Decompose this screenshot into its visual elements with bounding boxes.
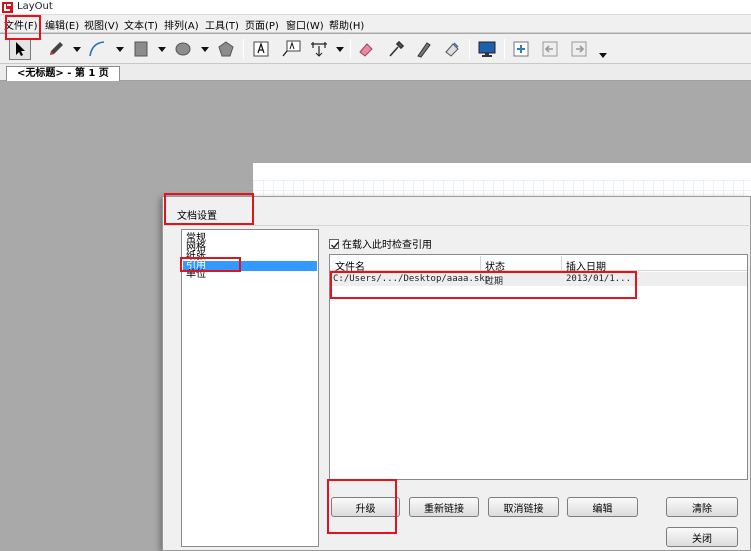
toolbar-separator <box>350 39 351 59</box>
highlight-dialog-title <box>164 193 254 225</box>
arc-dropdown-icon[interactable] <box>116 47 124 52</box>
edit-button[interactable]: 编辑 <box>567 497 638 517</box>
tab-document[interactable]: <无标题> - 第 1 页 <box>6 66 120 81</box>
unlink-button[interactable]: 取消链接 <box>488 497 559 517</box>
label-icon[interactable] <box>280 38 302 60</box>
menu-bar: 文件(F) 编辑(E) 视图(V) 文本(T) 排列(A) 工具(T) 页面(P… <box>0 15 751 33</box>
column-divider <box>561 256 562 270</box>
check-references-row: 在载入此时检查引用 <box>329 237 432 251</box>
add-page-icon[interactable] <box>510 38 532 60</box>
join-icon[interactable] <box>441 38 463 60</box>
menu-arrange[interactable]: 排列(A) <box>164 17 199 32</box>
dialog-title-divider <box>163 225 751 226</box>
window-title: LayOut <box>17 1 53 12</box>
dimension-dropdown-icon[interactable] <box>336 47 344 52</box>
highlight-references-item <box>180 257 241 272</box>
title-bar: LayOut <box>0 0 751 15</box>
toolbar-separator <box>469 39 470 59</box>
relink-button[interactable]: 重新链接 <box>409 497 479 517</box>
select-arrow-icon[interactable] <box>9 38 31 60</box>
pencil-icon[interactable] <box>45 38 67 60</box>
menu-pages[interactable]: 页面(P) <box>245 17 279 32</box>
check-references-label: 在载入此时检查引用 <box>342 240 432 251</box>
toolbar <box>0 34 751 64</box>
eraser-icon[interactable] <box>355 38 377 60</box>
eyedropper-icon[interactable] <box>385 38 407 60</box>
polygon-icon[interactable] <box>215 38 237 60</box>
rectangle-dropdown-icon[interactable] <box>158 47 166 52</box>
document-setup-dialog: 文档设置 常规 网格 纸张 引用 单位 在载入此时检查引用 文件名 状态 插入日… <box>162 196 751 551</box>
menu-edit[interactable]: 编辑(E) <box>45 17 79 32</box>
table-header: 文件名 状态 插入日期 <box>330 255 747 273</box>
purge-button[interactable]: 清除 <box>666 497 738 517</box>
layout-logo-icon <box>2 2 13 13</box>
menu-text[interactable]: 文本(T) <box>124 17 158 32</box>
toolbar-separator <box>504 39 505 59</box>
document-tab-strip: <无标题> - 第 1 页 <box>0 64 751 81</box>
rectangle-icon[interactable] <box>130 38 152 60</box>
dimension-icon[interactable] <box>308 38 330 60</box>
pencil-dropdown-icon[interactable] <box>73 47 81 52</box>
check-references-checkbox[interactable] <box>329 238 340 249</box>
arc-icon[interactable] <box>86 38 108 60</box>
highlight-upgrade-button <box>327 479 397 534</box>
menu-tools[interactable]: 工具(T) <box>205 17 239 32</box>
column-divider <box>480 256 481 270</box>
previous-page-icon[interactable] <box>539 38 561 60</box>
toolbar-overflow-icon[interactable] <box>599 53 607 58</box>
close-button[interactable]: 关闭 <box>666 527 738 547</box>
menu-window[interactable]: 窗口(W) <box>286 17 324 32</box>
split-icon[interactable] <box>413 38 435 60</box>
menu-help[interactable]: 帮助(H) <box>329 17 364 32</box>
ellipse-icon[interactable] <box>172 38 194 60</box>
text-icon[interactable] <box>250 38 272 60</box>
menu-view[interactable]: 视图(V) <box>84 17 119 32</box>
ellipse-dropdown-icon[interactable] <box>201 47 209 52</box>
toolbar-separator <box>243 39 244 59</box>
presentation-icon[interactable] <box>476 38 498 60</box>
settings-nav-list: 常规 网格 纸张 引用 单位 <box>181 229 319 547</box>
highlight-reference-row <box>330 271 637 299</box>
highlight-file-menu <box>5 15 41 40</box>
next-page-icon[interactable] <box>568 38 590 60</box>
